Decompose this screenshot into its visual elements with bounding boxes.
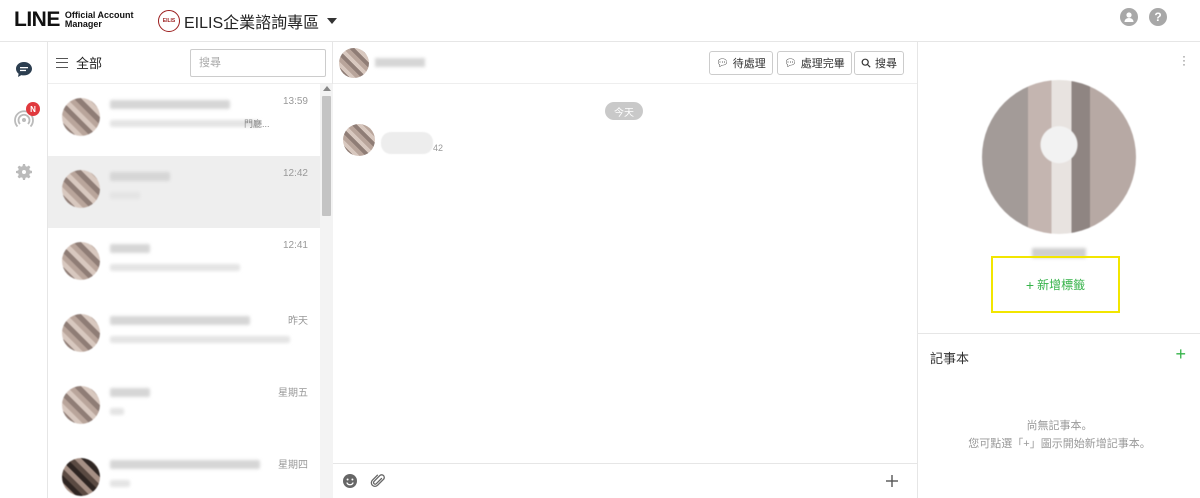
done-button-label: 處理完畢 bbox=[800, 58, 845, 70]
add-note-plus-icon[interactable]: + bbox=[1175, 344, 1186, 365]
chat-list: 門廳... 13:59 12:42 12:41 昨天 星期五 星期四 bbox=[48, 84, 320, 498]
done-button[interactable]: 💬︎ 處理完畢 bbox=[777, 51, 852, 75]
user-icon[interactable] bbox=[1120, 8, 1138, 26]
profile-photo bbox=[982, 80, 1136, 234]
chat-bubble-icon bbox=[16, 62, 32, 77]
account-switcher[interactable]: EILIS EILIS企業諮詢專區 bbox=[158, 9, 338, 33]
search-input[interactable] bbox=[190, 49, 326, 77]
contact-name-blurred bbox=[110, 388, 150, 397]
contact-name-blurred bbox=[375, 58, 425, 67]
chat-bubble-icon: 💬︎ bbox=[784, 57, 797, 69]
message-preview-blurred bbox=[110, 480, 130, 487]
pending-button[interactable]: 💬︎ 待處理 bbox=[709, 51, 773, 75]
add-tag-label: 新增標籤 bbox=[1037, 278, 1086, 292]
logo-line-text: LINE bbox=[14, 8, 60, 31]
help-icon[interactable]: ? bbox=[1149, 8, 1167, 26]
avatar bbox=[62, 98, 100, 136]
nav-broadcast[interactable]: N bbox=[12, 102, 40, 132]
contact-name-blurred bbox=[110, 100, 230, 109]
profile-panel: · · · + 新增標籤 記事本 + 尚無記事本。 您可點選「+」圖示開始新增記事本… bbox=[917, 42, 1200, 498]
row-time: 12:42 bbox=[282, 168, 308, 179]
search-icon bbox=[861, 58, 871, 68]
list-item[interactable]: 12:42 bbox=[48, 156, 320, 228]
message-time: 42 bbox=[433, 143, 444, 153]
list-item[interactable]: 12:41 bbox=[48, 228, 320, 300]
side-nav: N bbox=[0, 42, 48, 498]
emoji-icon[interactable] bbox=[341, 472, 359, 490]
avatar bbox=[339, 48, 369, 78]
menu-icon[interactable] bbox=[56, 57, 68, 68]
avatar bbox=[343, 124, 375, 156]
logo-subtitle: Official Account Manager bbox=[65, 11, 134, 29]
contact-name-blurred bbox=[110, 172, 170, 181]
avatar bbox=[62, 386, 100, 424]
plus-icon: + bbox=[1025, 276, 1035, 293]
new-badge: N bbox=[26, 102, 40, 116]
avatar bbox=[62, 170, 100, 208]
contact-name-blurred bbox=[110, 460, 260, 469]
scroll-up-arrow-icon[interactable] bbox=[323, 86, 331, 91]
account-avatar: EILIS bbox=[158, 10, 180, 32]
contact-name-blurred bbox=[110, 244, 150, 253]
search-button-label: 搜尋 bbox=[875, 58, 897, 70]
avatar bbox=[62, 242, 100, 280]
account-name: EILIS企業諮詢專區 bbox=[184, 15, 320, 32]
nav-settings[interactable] bbox=[12, 160, 36, 184]
avatar bbox=[62, 314, 100, 352]
paperclip-icon[interactable] bbox=[369, 472, 387, 490]
chat-list-header: 全部 bbox=[48, 42, 332, 84]
message-preview-tail: 門廳... bbox=[244, 119, 270, 129]
filter-label[interactable]: 全部 bbox=[76, 53, 102, 72]
conversation-header: 💬︎ 待處理 💬︎ 處理完畢 搜尋 bbox=[333, 42, 917, 84]
divider bbox=[918, 333, 1200, 334]
plus-icon[interactable] bbox=[883, 472, 901, 490]
search-button[interactable]: 搜尋 bbox=[854, 51, 904, 75]
message-preview-blurred bbox=[110, 192, 140, 199]
nav-chat[interactable] bbox=[12, 58, 36, 82]
row-time: 星期四 bbox=[278, 460, 308, 471]
row-time: 昨天 bbox=[288, 316, 308, 327]
scrollbar-thumb[interactable] bbox=[322, 96, 331, 216]
conversation-panel: 💬︎ 待處理 💬︎ 處理完畢 搜尋 今天 42 bbox=[333, 42, 917, 498]
list-item[interactable]: 星期四 bbox=[48, 444, 320, 498]
notes-title: 記事本 bbox=[930, 351, 970, 366]
message-preview-blurred bbox=[110, 336, 290, 343]
notes-empty-line-1: 尚無記事本。 bbox=[1026, 420, 1093, 432]
caret-down-icon bbox=[327, 18, 338, 24]
top-bar: LINE Official Account Manager EILIS EILI… bbox=[0, 0, 1200, 42]
row-time: 13:59 bbox=[282, 96, 308, 107]
avatar bbox=[62, 458, 100, 496]
message-bubble-blurred bbox=[381, 132, 433, 154]
gear-icon bbox=[16, 164, 32, 180]
notes-empty-state: 尚無記事本。 您可點選「+」圖示開始新增記事本。 bbox=[918, 417, 1200, 453]
message-composer bbox=[333, 463, 917, 498]
notes-empty-line-2: 您可點選「+」圖示開始新增記事本。 bbox=[968, 438, 1151, 450]
row-time: 星期五 bbox=[278, 388, 308, 399]
chat-list-scrollbar[interactable] bbox=[320, 84, 333, 498]
row-time: 12:41 bbox=[282, 240, 308, 251]
line-oa-logo[interactable]: LINE Official Account Manager bbox=[14, 8, 134, 32]
pending-button-label: 待處理 bbox=[732, 58, 766, 70]
list-item[interactable]: 星期五 bbox=[48, 372, 320, 444]
message-preview-blurred bbox=[110, 264, 240, 271]
list-item[interactable]: 門廳... 13:59 bbox=[48, 84, 320, 156]
list-item[interactable]: 昨天 bbox=[48, 300, 320, 372]
chat-list-panel: 全部 門廳... 13:59 12:42 12:41 昨天 bbox=[48, 42, 333, 498]
message-preview-blurred bbox=[110, 120, 260, 127]
logo-sub-line-2: Manager bbox=[64, 19, 102, 29]
message-preview-blurred bbox=[110, 408, 124, 415]
add-tag-button[interactable]: + 新增標籤 bbox=[991, 256, 1120, 313]
more-vertical-icon[interactable]: · · · bbox=[1182, 50, 1186, 70]
contact-name-blurred bbox=[110, 316, 250, 325]
chat-bubble-icon: 💬︎ bbox=[716, 57, 729, 69]
date-separator: 今天 bbox=[605, 102, 643, 120]
